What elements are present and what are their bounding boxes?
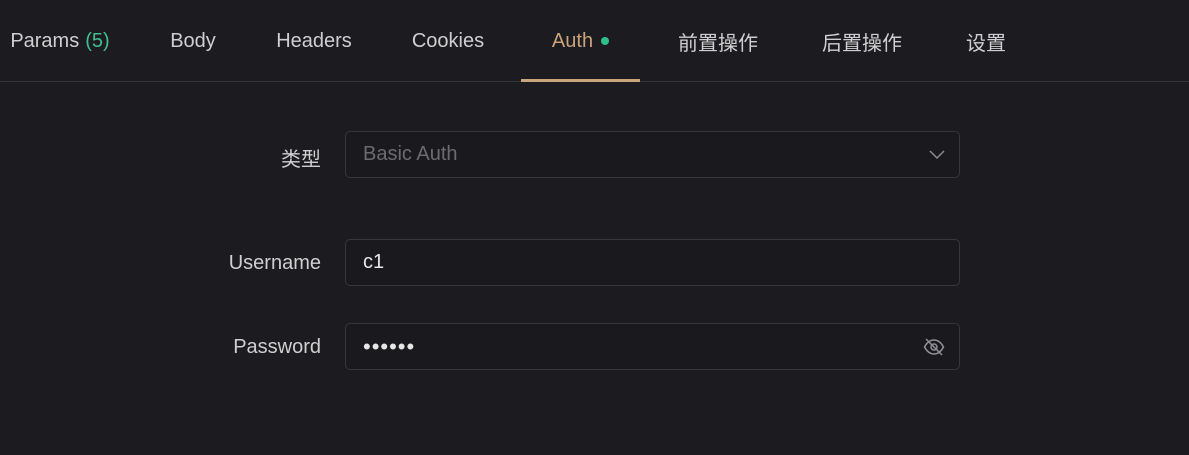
chevron-down-icon: [929, 149, 945, 160]
tab-cookies-label: Cookies: [411, 29, 485, 52]
tab-cookies[interactable]: Cookies: [398, 0, 498, 82]
tab-settings-label: 设置: [966, 32, 1006, 55]
tab-params[interactable]: Params (5): [0, 0, 120, 82]
password-label: Password: [233, 336, 321, 358]
password-field[interactable]: ••••••: [345, 323, 960, 370]
tab-params-label: Params: [10, 29, 80, 52]
params-count: (5): [85, 29, 110, 52]
auth-active-dot-icon: [601, 37, 610, 45]
tab-headers-label: Headers: [276, 29, 352, 52]
auth-type-select[interactable]: Basic Auth: [345, 131, 960, 178]
tab-body[interactable]: Body: [148, 0, 238, 82]
username-field[interactable]: c1: [345, 239, 960, 286]
auth-type-value: Basic Auth: [363, 143, 458, 165]
tab-settings[interactable]: 设置: [950, 0, 1022, 82]
tab-pre-request-label: 前置操作: [678, 32, 758, 55]
tab-headers[interactable]: Headers: [262, 0, 366, 82]
username-value: c1: [363, 251, 385, 273]
eye-off-icon[interactable]: [923, 337, 945, 356]
type-label: 类型: [281, 149, 321, 171]
tab-bar: Params (5) Body Headers Cookies Auth 前置操作…: [0, 0, 1189, 82]
tab-pre-request[interactable]: 前置操作: [664, 0, 772, 82]
tab-body-label: Body: [170, 29, 216, 52]
tab-auth-label: Auth: [551, 29, 594, 52]
tab-post-request[interactable]: 后置操作: [806, 0, 918, 82]
username-label: Username: [228, 252, 321, 274]
tab-auth[interactable]: Auth: [521, 0, 640, 82]
password-value: ••••••: [363, 333, 416, 359]
tab-post-request-label: 后置操作: [822, 32, 902, 55]
